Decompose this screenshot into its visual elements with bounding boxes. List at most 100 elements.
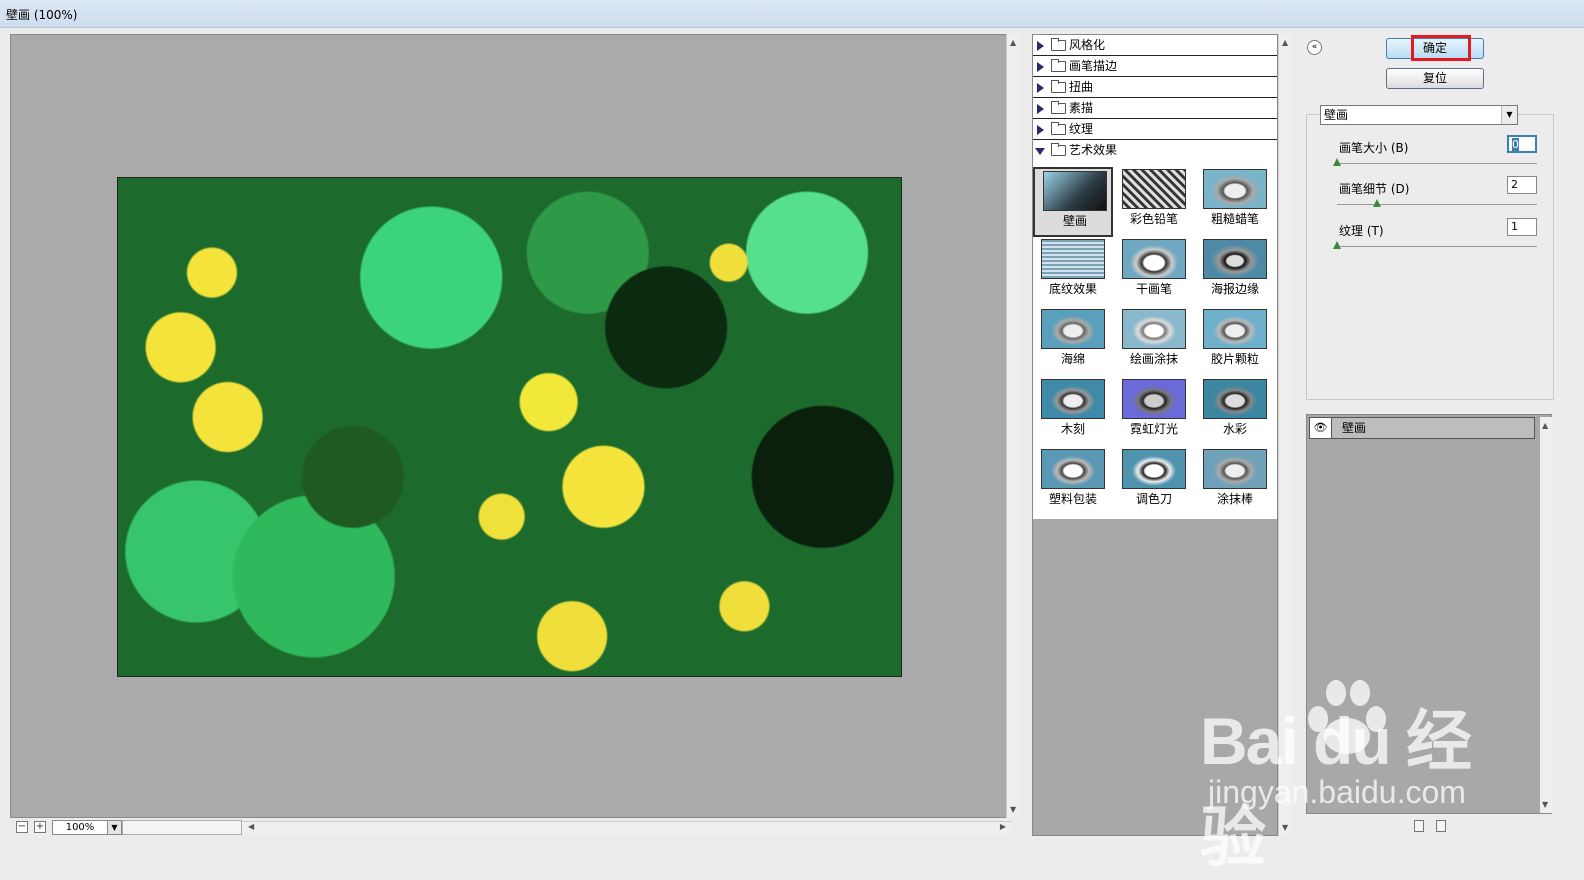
filter-thumbnail	[1122, 239, 1186, 279]
filter-label: 绘画涂抹	[1129, 352, 1178, 366]
category-brush-strokes[interactable]: 画笔描边	[1033, 56, 1277, 77]
texture-input[interactable]: 1	[1507, 218, 1537, 236]
layers-scrollbar[interactable]: ▲ ▼	[1540, 417, 1552, 813]
texture-slider[interactable]	[1337, 246, 1537, 247]
folder-icon	[1051, 122, 1066, 135]
filter-underpainting[interactable]: 底纹效果	[1033, 237, 1113, 307]
filter-label: 水彩	[1222, 422, 1247, 436]
filter-label: 海报边缘	[1210, 282, 1259, 296]
zoom-out-button[interactable]: −	[16, 821, 28, 833]
watermark-url: jingyan.baidu.com	[1208, 774, 1466, 810]
scroll-right-icon[interactable]: ▶	[1000, 822, 1006, 831]
effect-layer-label: 壁画	[1342, 421, 1367, 435]
texture-slider-knob[interactable]	[1333, 241, 1341, 249]
category-label: 风格化	[1069, 38, 1106, 52]
filter-paint-daubs[interactable]: 绘画涂抹	[1114, 307, 1194, 377]
filter-colored-pencil[interactable]: 彩色铅笔	[1114, 167, 1194, 237]
zoom-level-field[interactable]: 100%	[52, 820, 108, 835]
brush-detail-slider-knob[interactable]	[1373, 199, 1381, 207]
collapse-triangle-icon[interactable]	[1035, 148, 1045, 155]
filter-label: 底纹效果	[1048, 282, 1097, 296]
folder-icon	[1051, 101, 1066, 114]
param-texture: 纹理 (T) 1	[1331, 218, 1545, 258]
category-label: 扭曲	[1069, 80, 1094, 94]
filter-thumbnail	[1041, 309, 1105, 349]
filter-watercolor[interactable]: 水彩	[1195, 377, 1275, 447]
scroll-up-icon[interactable]: ▲	[1010, 38, 1016, 47]
filter-film-grain[interactable]: 胶片颗粒	[1195, 307, 1275, 377]
filter-rough-pastels[interactable]: 粗糙蜡笔	[1195, 167, 1275, 237]
filter-plastic-wrap[interactable]: 塑料包装	[1033, 447, 1113, 517]
brush-detail-slider[interactable]	[1337, 204, 1537, 205]
filter-options-panel: 画笔大小 (B) 0 画笔细节 (D) 2 纹理 (T) 1	[1306, 114, 1554, 400]
expand-triangle-icon[interactable]	[1037, 104, 1044, 114]
preview-image	[117, 177, 902, 677]
category-label: 画笔描边	[1069, 59, 1118, 73]
filter-thumbnail	[1041, 239, 1105, 279]
param-brush-size: 画笔大小 (B) 0	[1331, 135, 1545, 175]
effect-layer[interactable]: 👁 壁画	[1309, 417, 1535, 439]
filter-label: 壁画	[1062, 214, 1087, 228]
folder-icon	[1051, 59, 1066, 72]
filter-select[interactable]: 壁画 ▼	[1320, 105, 1518, 125]
filter-dry-brush[interactable]: 干画笔	[1114, 237, 1194, 307]
scroll-down-icon[interactable]: ▼	[1542, 800, 1548, 809]
filter-poster-edges[interactable]: 海报边缘	[1195, 237, 1275, 307]
filter-thumbnail	[1043, 171, 1107, 211]
filter-thumbnail	[1203, 449, 1267, 489]
filter-neon-glow[interactable]: 霓虹灯光	[1114, 377, 1194, 447]
expand-triangle-icon[interactable]	[1037, 62, 1044, 72]
reset-button[interactable]: 复位	[1386, 68, 1484, 89]
param-value: 0	[1512, 138, 1519, 151]
brush-size-slider[interactable]	[1337, 163, 1537, 164]
filter-label: 海绵	[1060, 352, 1085, 366]
watermark: Bai du 经验 jingyan.baidu.com	[1200, 670, 1500, 874]
filter-label: 粗糙蜡笔	[1210, 212, 1259, 226]
preview-vertical-scrollbar[interactable]: ▲ ▼	[1006, 34, 1020, 818]
param-brush-detail: 画笔细节 (D) 2	[1331, 176, 1545, 216]
preview-horizontal-scrollbar[interactable]: ◀ ▶	[242, 821, 1012, 835]
filter-thumbnail	[1122, 379, 1186, 419]
preview-canvas[interactable]	[10, 34, 1020, 818]
scroll-left-icon[interactable]: ◀	[248, 822, 254, 831]
category-label: 素描	[1069, 101, 1094, 115]
expand-triangle-icon[interactable]	[1037, 83, 1044, 93]
category-artistic[interactable]: 艺术效果	[1033, 140, 1277, 161]
scroll-up-icon[interactable]: ▲	[1282, 38, 1288, 47]
filter-list: 风格化 画笔描边 扭曲 素描 纹理 艺术效果 壁画 彩色铅笔 粗糙蜡笔 底纹效果…	[1033, 35, 1277, 519]
param-label: 画笔大小 (B)	[1339, 141, 1409, 155]
zoom-in-button[interactable]: +	[34, 821, 46, 833]
category-label: 纹理	[1069, 122, 1094, 136]
filter-label: 木刻	[1060, 422, 1085, 436]
filter-palette-knife[interactable]: 调色刀	[1114, 447, 1194, 517]
filter-cutout[interactable]: 木刻	[1033, 377, 1113, 447]
param-label: 画笔细节 (D)	[1339, 182, 1410, 196]
expand-triangle-icon[interactable]	[1037, 125, 1044, 135]
filter-fresco[interactable]: 壁画	[1033, 167, 1113, 237]
brush-size-input[interactable]: 0	[1507, 135, 1537, 153]
filter-sponge[interactable]: 海绵	[1033, 307, 1113, 377]
category-label: 艺术效果	[1069, 143, 1118, 157]
filter-select-value: 壁画	[1324, 108, 1349, 122]
chevron-down-icon[interactable]: ▼	[1501, 106, 1517, 124]
brush-size-slider-knob[interactable]	[1333, 158, 1341, 166]
category-stylize[interactable]: 风格化	[1033, 35, 1277, 56]
expand-triangle-icon[interactable]	[1037, 41, 1044, 51]
category-sketch[interactable]: 素描	[1033, 98, 1277, 119]
filter-label: 彩色铅笔	[1129, 212, 1178, 226]
filter-smudge-stick[interactable]: 涂抹棒	[1195, 447, 1275, 517]
collapse-gallery-icon[interactable]: «	[1307, 40, 1322, 55]
category-texture[interactable]: 纹理	[1033, 119, 1277, 140]
scroll-up-icon[interactable]: ▲	[1542, 421, 1548, 430]
param-label: 纹理 (T)	[1339, 224, 1384, 238]
folder-open-icon	[1051, 143, 1066, 156]
scroll-down-icon[interactable]: ▼	[1010, 805, 1016, 814]
category-distort[interactable]: 扭曲	[1033, 77, 1277, 98]
zoom-dropdown-icon[interactable]: ▼	[107, 820, 122, 835]
filter-thumbnail	[1203, 169, 1267, 209]
eye-icon[interactable]: 👁	[1310, 418, 1332, 438]
filter-label: 涂抹棒	[1216, 492, 1253, 506]
brush-detail-input[interactable]: 2	[1507, 176, 1537, 194]
zoom-spacer	[122, 820, 242, 835]
filter-label: 塑料包装	[1048, 492, 1097, 506]
